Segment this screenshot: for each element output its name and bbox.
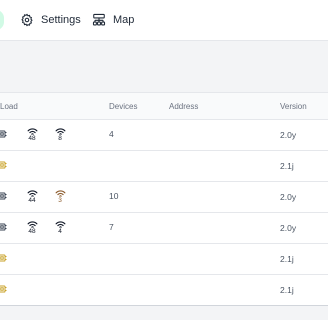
chip-icon — [0, 284, 7, 294]
wifi-signal: 4 — [54, 221, 66, 235]
column-header-version[interactable]: Version — [280, 102, 307, 111]
version-value: 2.1j — [280, 285, 294, 295]
table-row[interactable]: 2.1j — [0, 151, 328, 182]
wifi-signal-value: 4 — [58, 228, 62, 235]
devices-count: 10 — [109, 191, 119, 201]
version-value: 2.1j — [280, 254, 294, 264]
table-row[interactable]: 48 4 7 2.0y — [0, 213, 328, 244]
column-header-load[interactable]: Load — [0, 102, 18, 111]
top-navigation-bar: Settings Map — [0, 0, 328, 41]
nav-settings[interactable]: Settings — [20, 11, 81, 29]
wifi-signal: 48 — [26, 221, 38, 235]
version-value: 2.0y — [280, 223, 297, 233]
wifi-icon — [54, 190, 66, 197]
wifi-signal: 8 — [54, 128, 66, 142]
table-row[interactable]: 44 3 10 2.0y — [0, 182, 328, 213]
sitemap-icon — [92, 13, 106, 27]
wifi-signal-value: 48 — [28, 228, 36, 235]
active-nav-pill[interactable] — [0, 10, 4, 30]
chip-icon — [0, 160, 7, 170]
nav-map-label: Map — [113, 14, 135, 26]
version-value: 2.0y — [280, 130, 297, 140]
chip-icon — [0, 191, 7, 201]
wifi-icon — [26, 190, 38, 197]
wifi-signal: 3 — [54, 190, 66, 204]
table-row[interactable]: 2.1j — [0, 275, 328, 306]
chip-icon — [0, 222, 7, 232]
wifi-signal-value: 44 — [28, 197, 36, 204]
wifi-icon — [54, 128, 66, 135]
version-value: 2.0y — [280, 192, 297, 202]
nodes-table: Load Devices Address Version 48 8 4 2.0y 2.1… — [0, 92, 328, 306]
devices-count: 4 — [109, 129, 114, 139]
nav-settings-label: Settings — [41, 14, 81, 26]
column-header-devices[interactable]: Devices — [109, 102, 137, 111]
wifi-signal: 44 — [26, 190, 38, 204]
chip-icon — [0, 253, 7, 263]
nav-map[interactable]: Map — [92, 11, 134, 29]
gear-icon — [20, 13, 34, 27]
table-body: 48 8 4 2.0y 2.1j 44 3 10 2.0y 48 4 7 2.0y 2.1j 2.1j — [0, 120, 328, 306]
column-header-address[interactable]: Address — [169, 102, 198, 111]
wifi-signal-value: 3 — [58, 197, 62, 204]
devices-count: 7 — [109, 222, 114, 232]
wifi-signal: 48 — [26, 128, 38, 142]
chip-icon — [0, 129, 7, 139]
wifi-signal-value: 48 — [28, 135, 36, 142]
main-content: Load Devices Address Version 48 8 4 2.0y 2.1… — [0, 41, 328, 320]
wifi-icon — [26, 128, 38, 135]
table-row[interactable]: 2.1j — [0, 244, 328, 275]
wifi-signal-value: 8 — [58, 135, 62, 142]
wifi-icon — [54, 221, 66, 228]
table-row[interactable]: 48 8 4 2.0y — [0, 120, 328, 151]
table-header: Load Devices Address Version — [0, 93, 328, 120]
wifi-icon — [26, 221, 38, 228]
version-value: 2.1j — [280, 161, 294, 171]
